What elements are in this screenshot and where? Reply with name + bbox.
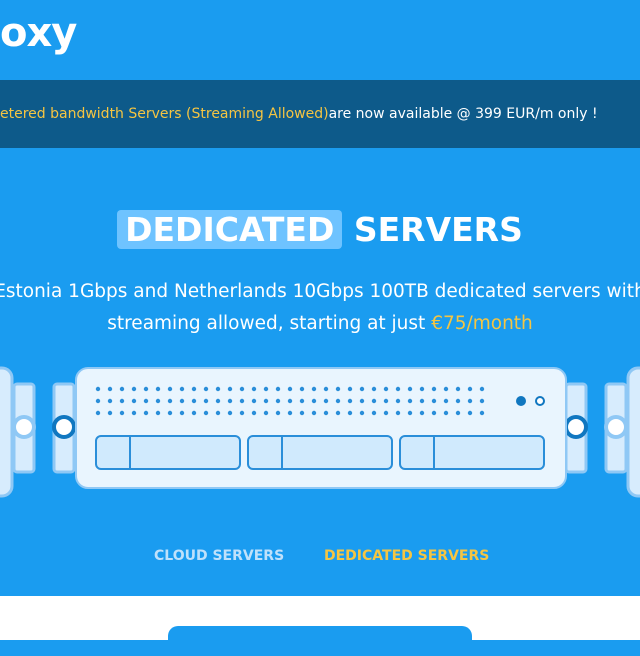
- promo-text: are now available @ 399 EUR/m only !: [328, 106, 598, 122]
- desc-line-1: Estonia 1Gbps and Netherlands 10Gbps 100…: [0, 281, 640, 302]
- promo-highlight: etered bandwidth Servers (Streaming Allo…: [0, 106, 329, 122]
- hero-description: Estonia 1Gbps and Netherlands 10Gbps 100…: [0, 276, 640, 340]
- main-server-icon: [52, 367, 588, 489]
- right-server-icon: [604, 366, 640, 498]
- server-illustration: [0, 366, 640, 498]
- page-title: DEDICATED SERVERS: [0, 210, 640, 249]
- title-boxed-word: DEDICATED: [117, 210, 343, 249]
- site-logo[interactable]: oxy: [0, 10, 77, 56]
- tab-cloud-servers[interactable]: CLOUD SERVERS: [154, 548, 284, 564]
- tab-dedicated-servers[interactable]: DEDICATED SERVERS: [324, 548, 489, 564]
- promo-banner[interactable]: etered bandwidth Servers (Streaming Allo…: [0, 80, 640, 148]
- left-server-icon: [0, 366, 36, 498]
- price-text: €75/month: [431, 313, 533, 334]
- desc-line-2: streaming allowed, starting at just: [107, 313, 426, 334]
- cta-button[interactable]: [168, 626, 472, 656]
- title-rest: SERVERS: [353, 210, 523, 249]
